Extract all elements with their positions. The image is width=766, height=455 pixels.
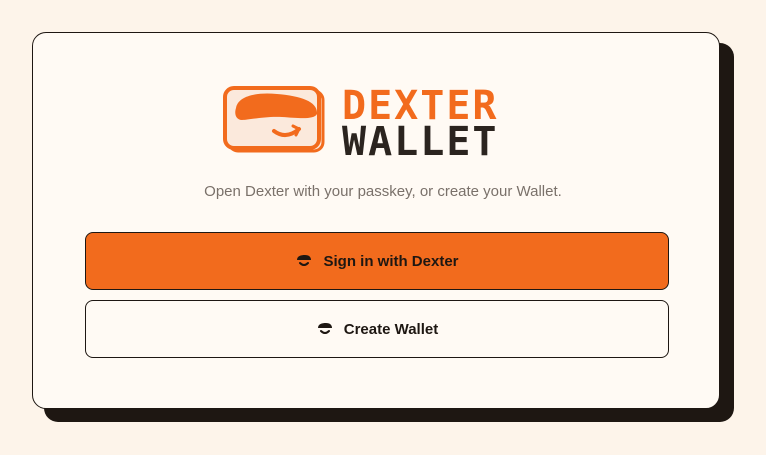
brand-logo: DEXTER WALLET bbox=[222, 86, 534, 165]
page: DEXTER WALLET Open Dexter with your pass… bbox=[0, 0, 766, 455]
brand-name-line2: WALLET bbox=[342, 119, 499, 165]
sign-in-label: Sign in with Dexter bbox=[323, 252, 459, 270]
create-wallet-button[interactable]: Create Wallet bbox=[85, 300, 669, 358]
dexter-face-icon bbox=[297, 255, 312, 266]
tagline: Open Dexter with your passkey, or create… bbox=[204, 183, 562, 200]
sign-in-button[interactable]: Sign in with Dexter bbox=[85, 232, 669, 290]
create-wallet-label: Create Wallet bbox=[343, 320, 439, 338]
dexter-face-icon bbox=[317, 323, 332, 334]
dexter-mascot-icon bbox=[223, 86, 325, 153]
